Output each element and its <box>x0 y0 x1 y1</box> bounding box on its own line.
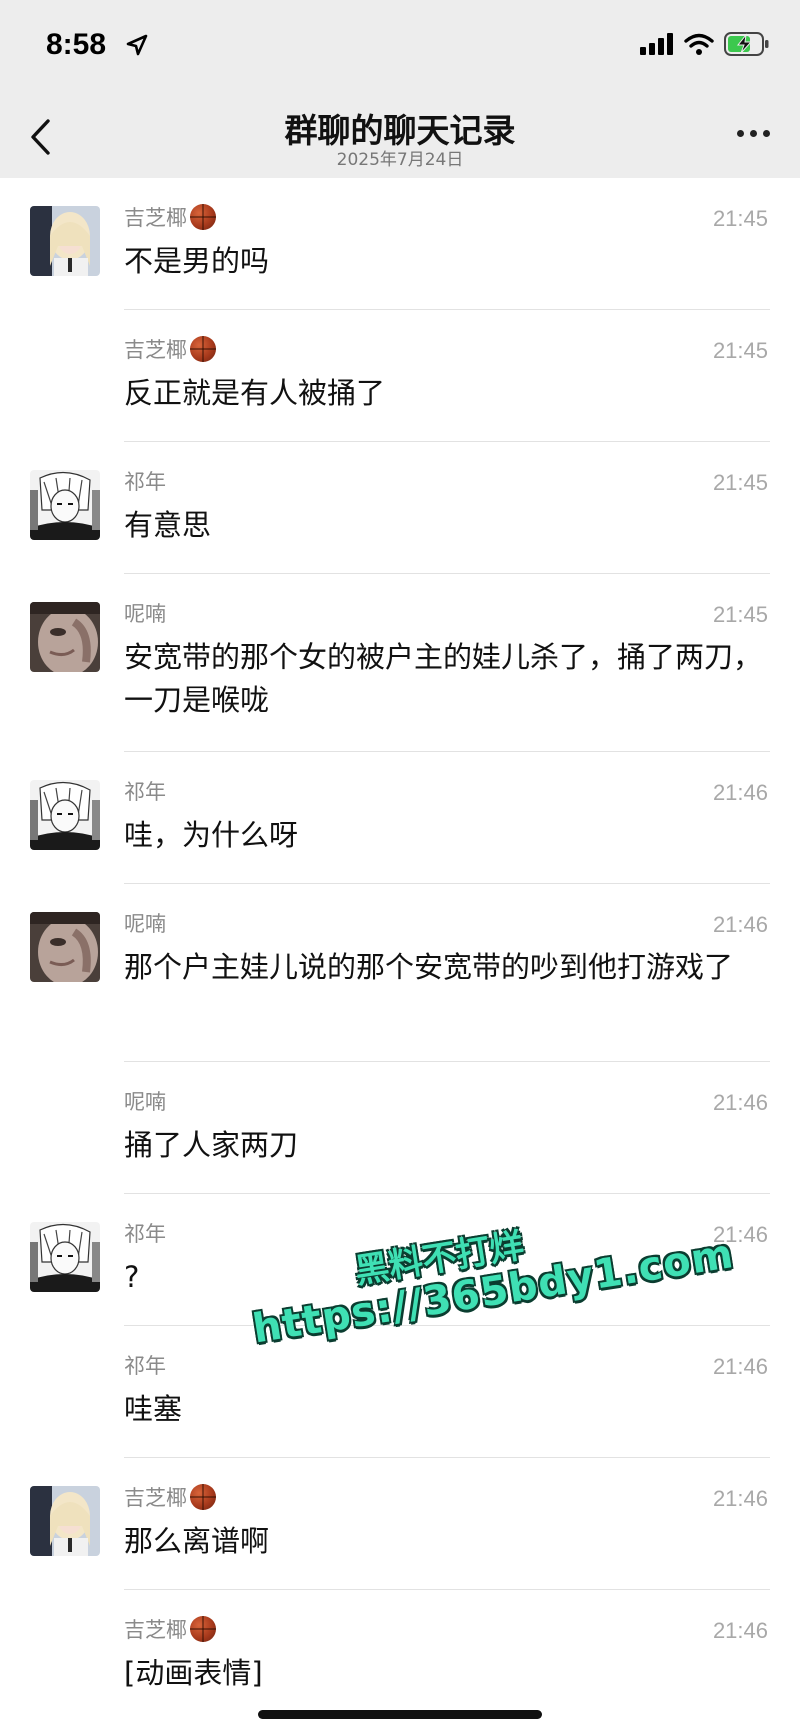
message-time: 21:46 <box>712 1354 768 1379</box>
sender-name: 呢喃 <box>124 912 166 936</box>
message-text: 那个户主娃儿说的那个安宽带的吵到他打游戏了 <box>124 950 734 984</box>
message-time: 21:45 <box>712 602 768 627</box>
message-text: [动画表情] <box>124 1656 263 1690</box>
sender-name: 祁年 <box>124 470 166 494</box>
message-text: 有意思 <box>124 508 212 542</box>
message-text: 那么离谱啊 <box>124 1524 270 1558</box>
avatar-manga-character-image <box>30 470 100 540</box>
sender-name: 祁年 <box>124 1222 166 1246</box>
message-time: 21:46 <box>712 1618 768 1643</box>
avatar-face-closeup-image <box>30 602 100 672</box>
message-text: 捅了人家两刀 <box>124 1128 299 1162</box>
signal-icon <box>640 33 673 55</box>
message-text: 不是男的吗 <box>124 244 270 278</box>
sender-name: 吉芝椰 <box>124 1482 216 1512</box>
location-arrow-icon <box>126 34 148 56</box>
message-time: 21:45 <box>712 470 768 495</box>
avatar-blonde-girl-image <box>30 206 100 276</box>
avatar-manga-character-image <box>30 1222 100 1292</box>
sender-name: 祁年 <box>124 1354 166 1378</box>
message-text: 反正就是有人被捅了 <box>124 376 386 410</box>
battery-charging-icon <box>724 32 769 56</box>
status-time: 8:58 <box>46 28 107 61</box>
message-time: 21:46 <box>712 1486 768 1511</box>
basketball-emoji-icon <box>190 204 216 230</box>
sender-name: 吉芝椰 <box>124 202 216 232</box>
chat-record-list: 吉芝椰 21:45 不是男的吗 吉芝椰 21:45 反正就是有人被捅了 祁年 2… <box>0 178 800 1722</box>
message-time: 21:46 <box>712 1090 768 1115</box>
list-item[interactable]: 祁年 21:46 哇，为什么呀 <box>0 752 800 884</box>
avatar[interactable] <box>30 1486 100 1556</box>
page-subtitle-date: 2025年7月24日 <box>336 150 464 170</box>
avatar[interactable] <box>30 470 100 540</box>
list-item[interactable]: 吉芝椰 21:45 反正就是有人被捅了 <box>0 310 800 442</box>
avatar[interactable] <box>30 1222 100 1292</box>
list-item[interactable]: 呢喃 21:46 捅了人家两刀 <box>0 1062 800 1194</box>
sender-name: 吉芝椰 <box>124 1614 216 1644</box>
message-text: ? <box>124 1260 140 1294</box>
message-time: 21:46 <box>712 780 768 805</box>
message-time: 21:46 <box>712 912 768 937</box>
avatar-manga-character-image <box>30 780 100 850</box>
list-item[interactable]: 吉芝椰 21:46 [动画表情] <box>0 1590 800 1722</box>
avatar[interactable] <box>30 206 100 276</box>
avatar[interactable] <box>30 780 100 850</box>
message-text: 哇塞 <box>124 1392 183 1426</box>
list-item[interactable]: 祁年 21:45 有意思 <box>0 442 800 574</box>
basketball-emoji-icon <box>190 1484 216 1510</box>
message-time: 21:46 <box>712 1222 768 1247</box>
home-indicator[interactable] <box>258 1710 542 1719</box>
top-bar: 8:58 群聊的聊天记录 2025年7月24日 <box>0 0 800 178</box>
sender-name: 祁年 <box>124 780 166 804</box>
message-text: 哇，为什么呀 <box>124 818 299 852</box>
avatar[interactable] <box>30 602 100 672</box>
avatar-face-closeup-image <box>30 912 100 982</box>
list-item[interactable]: 吉芝椰 21:46 那么离谱啊 <box>0 1458 800 1590</box>
basketball-emoji-icon <box>190 1616 216 1642</box>
list-item[interactable]: 祁年 21:46 ? <box>0 1194 800 1326</box>
list-item[interactable]: 祁年 21:46 哇塞 <box>0 1326 800 1458</box>
list-item[interactable]: 呢喃 21:46 那个户主娃儿说的那个安宽带的吵到他打游戏了 <box>0 884 800 1062</box>
message-time: 21:45 <box>712 206 768 231</box>
more-options-icon[interactable] <box>737 130 770 137</box>
message-time: 21:45 <box>712 338 768 363</box>
sender-name: 呢喃 <box>124 602 166 626</box>
message-text: 安宽带的那个女的被户主的娃儿杀了，捅了两刀，一刀是喉咙 <box>124 640 763 717</box>
sender-name: 吉芝椰 <box>124 334 216 364</box>
wifi-icon <box>684 33 714 55</box>
avatar-blonde-girl-image <box>30 1486 100 1556</box>
list-item[interactable]: 呢喃 21:45 安宽带的那个女的被户主的娃儿杀了，捅了两刀，一刀是喉咙 <box>0 574 800 752</box>
basketball-emoji-icon <box>190 336 216 362</box>
avatar[interactable] <box>30 912 100 982</box>
list-item[interactable]: 吉芝椰 21:45 不是男的吗 <box>0 178 800 310</box>
status-icons <box>640 32 770 56</box>
sender-name: 呢喃 <box>124 1090 166 1114</box>
